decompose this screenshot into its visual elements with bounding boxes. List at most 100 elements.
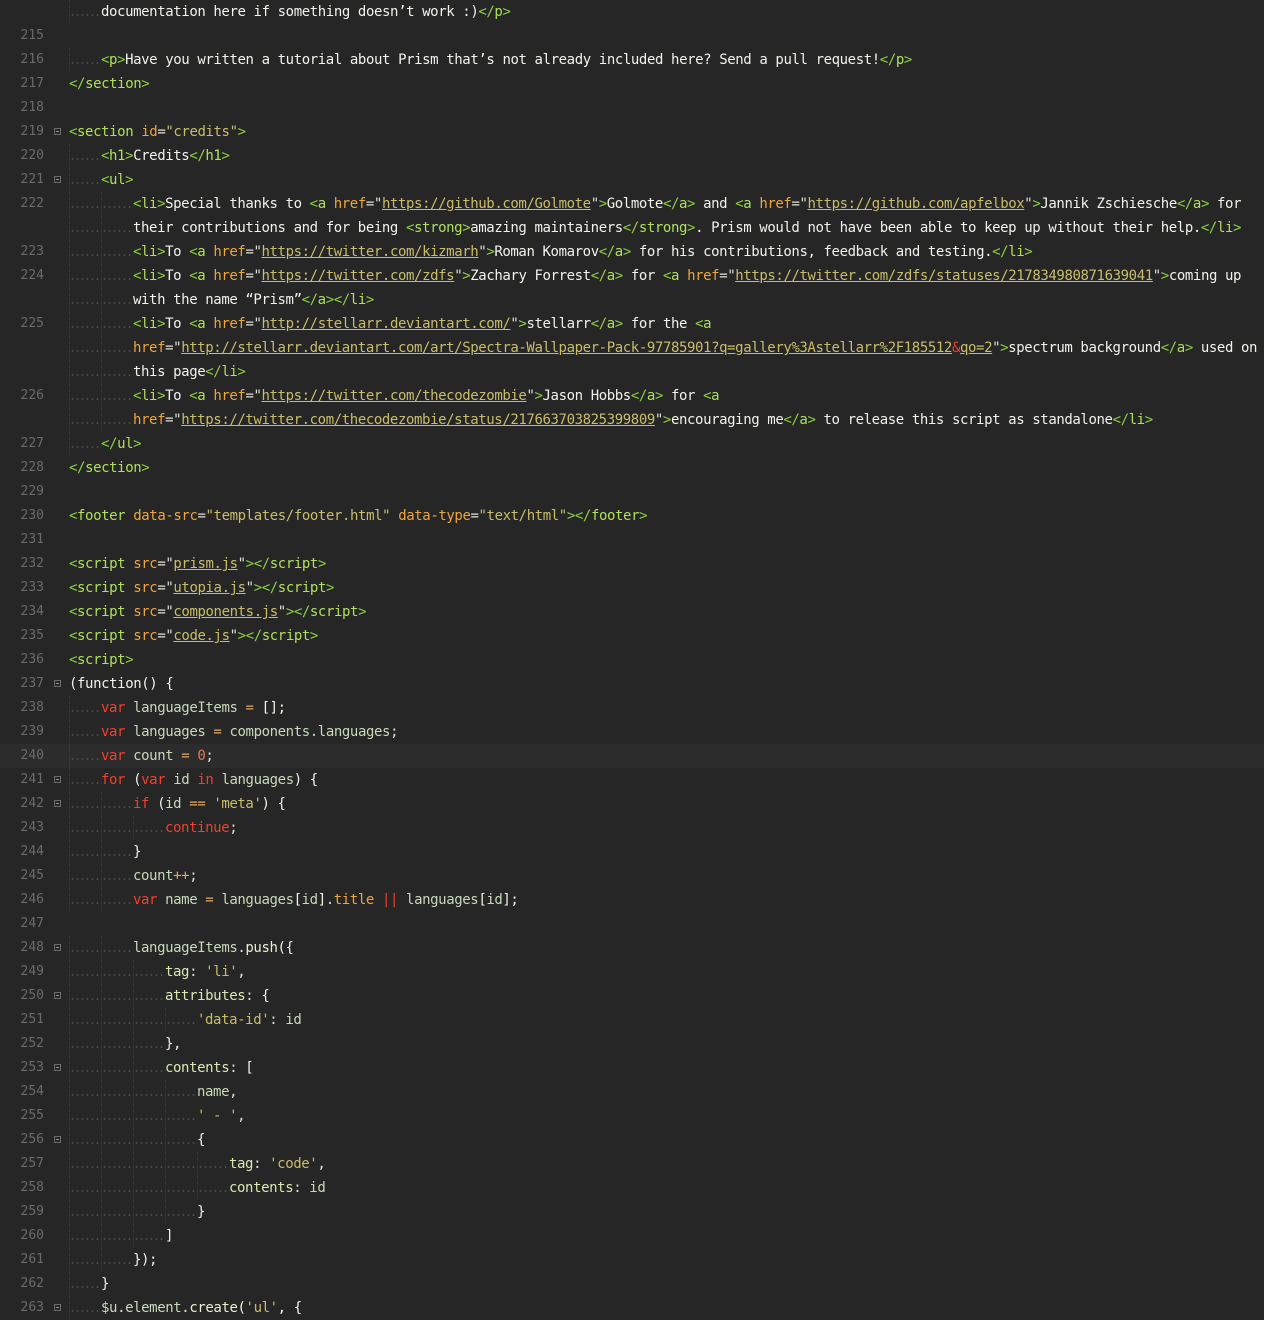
- code-line[interactable]: 217 </section>: [0, 72, 1264, 96]
- code-line[interactable]: 244}: [0, 840, 1264, 864]
- code-line[interactable]: 222 <li>Special thanks to <a href="https:…: [0, 192, 1264, 216]
- fold-toggle-icon[interactable]: [54, 1136, 61, 1143]
- code-line[interactable]: 257 tag: 'code',: [0, 1152, 1264, 1176]
- code-token: spectrum background: [1008, 340, 1161, 356]
- fold-toggle-icon[interactable]: [54, 1304, 61, 1311]
- code-line[interactable]: 228 </section>: [0, 456, 1264, 480]
- code-token[interactable]: prism.js: [173, 556, 238, 572]
- code-line[interactable]: 229: [0, 480, 1264, 504]
- code-token[interactable]: https://twitter.com/zdfs: [262, 268, 455, 284]
- fold-toggle-icon[interactable]: [54, 680, 61, 687]
- code-line[interactable]: 225 <li>To <a href="http://stellarr.devia…: [0, 312, 1264, 336]
- code-token[interactable]: utopia.js: [173, 580, 246, 596]
- code-token: =": [245, 244, 262, 260]
- code-token: var: [101, 724, 126, 740]
- code-line[interactable]: 218: [0, 96, 1264, 120]
- code-token[interactable]: https://github.com/apfelbox: [808, 196, 1025, 212]
- code-line[interactable]: 219 <section id="credits">: [0, 120, 1264, 144]
- code-line[interactable]: 230 <footer data-src="templates/footer.ht…: [0, 504, 1264, 528]
- indent-guide: [133, 1176, 166, 1200]
- line-number: 248: [20, 940, 44, 955]
- code-line[interactable]: 243 continue;: [0, 816, 1264, 840]
- code-line[interactable]: 232 <script src="prism.js"></script>: [0, 552, 1264, 576]
- code-line[interactable]: 249 tag: 'li',: [0, 960, 1264, 984]
- code-line[interactable]: 216 <p>Have you written a tutorial about …: [0, 48, 1264, 72]
- code-line[interactable]: 223 <li>To <a href="https://twitter.com/k…: [0, 240, 1264, 264]
- code-line[interactable]: 221 <ul>: [0, 168, 1264, 192]
- code-line[interactable]: 235 <script src="code.js"></script>: [0, 624, 1264, 648]
- code-line[interactable]: 238 var languageItems = [];: [0, 696, 1264, 720]
- code-line[interactable]: href="https://twitter.com/thecodezombie/…: [0, 408, 1264, 432]
- fold-toggle-icon[interactable]: [54, 800, 61, 807]
- code-line[interactable]: 242 if (id == 'meta') {: [0, 792, 1264, 816]
- code-token[interactable]: http://stellarr.deviantart.com/: [262, 316, 511, 332]
- code-line[interactable]: 237 (function() {: [0, 672, 1264, 696]
- code-line[interactable]: 234 <script src="components.js"></script>: [0, 600, 1264, 624]
- fold-toggle-icon[interactable]: [54, 944, 61, 951]
- fold-toggle-icon[interactable]: [54, 992, 61, 999]
- code-line[interactable]: 254 name,: [0, 1080, 1264, 1104]
- code-token[interactable]: https://twitter.com/zdfs/statuses/217834…: [735, 268, 1153, 284]
- code-token[interactable]: qo=2: [960, 340, 993, 356]
- code-token[interactable]: https://twitter.com/thecodezombie: [262, 388, 527, 404]
- code-line[interactable]: 227 </ul>: [0, 432, 1264, 456]
- indent-guide: [69, 840, 102, 864]
- code-line[interactable]: this page</li>: [0, 360, 1264, 384]
- code-line[interactable]: their contributions and for being <stron…: [0, 216, 1264, 240]
- code-line[interactable]: 239 var languages = components.languages;: [0, 720, 1264, 744]
- code-line[interactable]: href="http://stellarr.deviantart.com/art…: [0, 336, 1264, 360]
- code-token[interactable]: https://github.com/Golmote: [382, 196, 591, 212]
- code-line[interactable]: 241 for (var id in languages) {: [0, 768, 1264, 792]
- code-line[interactable]: 252},: [0, 1032, 1264, 1056]
- code-line[interactable]: 220 <h1>Credits</h1>: [0, 144, 1264, 168]
- fold-toggle-icon[interactable]: [54, 776, 61, 783]
- code-line[interactable]: 258 contents: id: [0, 1176, 1264, 1200]
- code-line[interactable]: 256 {: [0, 1128, 1264, 1152]
- code-token[interactable]: http://stellarr.deviantart.com/art/Spect…: [181, 340, 952, 356]
- code-token: script: [77, 556, 126, 572]
- code-line[interactable]: 236 <script>: [0, 648, 1264, 672]
- indent-guide: [69, 720, 102, 744]
- fold-toggle-icon[interactable]: [54, 128, 61, 135]
- code-line[interactable]: 259}: [0, 1200, 1264, 1224]
- code-token: ": [245, 580, 254, 596]
- code-token: ></: [285, 604, 310, 620]
- code-line[interactable]: 245 count++;: [0, 864, 1264, 888]
- code-line[interactable]: 253 contents: [: [0, 1056, 1264, 1080]
- line-number: 252: [20, 1036, 44, 1051]
- indent-guide: [101, 1008, 134, 1032]
- code-line[interactable]: 226 <li>To <a href="https://twitter.com/t…: [0, 384, 1264, 408]
- code-line[interactable]: 215: [0, 24, 1264, 48]
- code-line[interactable]: 261});: [0, 1248, 1264, 1272]
- fold-toggle-icon[interactable]: [54, 176, 61, 183]
- code-line[interactable]: 246 var name = languages[id].title || lan…: [0, 888, 1264, 912]
- code-token[interactable]: https://twitter.com/kizmarh: [262, 244, 479, 260]
- line-number: 257: [20, 1156, 44, 1171]
- code-text: <script src="utopia.js"></script>: [69, 576, 334, 600]
- code-line[interactable]: 247: [0, 912, 1264, 936]
- code-line[interactable]: 262}: [0, 1272, 1264, 1296]
- code-editor[interactable]: documentation here if something doesn’t …: [0, 0, 1264, 1320]
- fold-toggle-icon[interactable]: [54, 1064, 61, 1071]
- indent-guide: [133, 1224, 166, 1248]
- code-token: for the: [622, 316, 696, 332]
- code-line[interactable]: 263 $u.element.create('ul', {: [0, 1296, 1264, 1320]
- code-line[interactable]: 231: [0, 528, 1264, 552]
- code-line[interactable]: documentation here if something doesn’t …: [0, 0, 1264, 24]
- code-line[interactable]: 233 <script src="utopia.js"></script>: [0, 576, 1264, 600]
- code-token: <: [69, 604, 78, 620]
- code-line[interactable]: 260]: [0, 1224, 1264, 1248]
- line-number: 256: [20, 1132, 44, 1147]
- code-line[interactable]: 224 <li>To <a href="https://twitter.com/z…: [0, 264, 1264, 288]
- code-line[interactable]: 251 'data-id': id: [0, 1008, 1264, 1032]
- code-line[interactable]: 240 var count = 0;: [0, 744, 1264, 768]
- code-token: languages: [133, 724, 206, 740]
- code-line[interactable]: 255 ' - ',: [0, 1104, 1264, 1128]
- code-line[interactable]: 248 languageItems.push({: [0, 936, 1264, 960]
- code-line[interactable]: 250 attributes: {: [0, 984, 1264, 1008]
- code-token[interactable]: code.js: [173, 628, 230, 644]
- code-line[interactable]: with the name “Prism”</a></li>: [0, 288, 1264, 312]
- code-token[interactable]: https://twitter.com/thecodezombie/status…: [181, 412, 655, 428]
- code-token[interactable]: components.js: [173, 604, 278, 620]
